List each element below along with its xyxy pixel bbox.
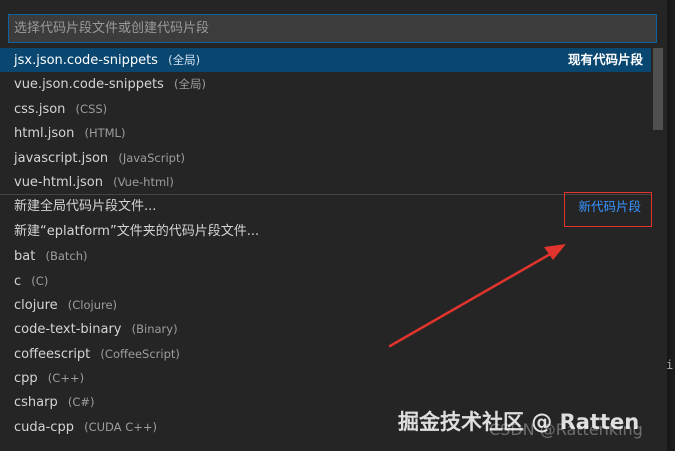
list-item-label: cpp (14, 371, 38, 387)
list-item-description: (JavaScript) (118, 150, 185, 165)
list-item-label: code-text-binary (14, 322, 122, 338)
editor-background-text: i (666, 358, 674, 372)
list-item-label: coffeescript (14, 346, 91, 362)
list-item-existing[interactable]: javascript.json (JavaScript) (0, 146, 651, 170)
list-item-new-global[interactable]: 新建全局代码片段文件... 新代码片段 (0, 195, 651, 219)
list-item-description: (Batch) (45, 249, 88, 264)
list-item-label: cuda-cpp (14, 419, 74, 435)
list-item-label: css.json (14, 101, 66, 117)
list-item-label: clojure (14, 297, 58, 313)
list-item-language[interactable]: code-text-binary (Binary) (0, 317, 651, 341)
list-item-description: (CSS) (75, 101, 108, 116)
list-item-label: bat (14, 249, 36, 265)
list-item-existing[interactable]: html.json (HTML) (0, 121, 651, 145)
list-item-label: html.json (14, 126, 75, 142)
list-item-description: (CoffeeScript) (100, 346, 180, 361)
list-item-description: (C#) (67, 395, 95, 410)
list-item-existing[interactable]: jsx.json.code-snippets (全局) 现有代码片段 (0, 48, 651, 73)
search-box (8, 14, 657, 43)
list-item-description: (Binary) (131, 322, 178, 337)
list-item-label: csharp (14, 395, 58, 411)
list-item-label: vue-html.json (14, 174, 103, 190)
list-item-description: (全局) (168, 53, 201, 67)
list-item-language[interactable]: coffeescript (CoffeeScript) (0, 342, 651, 366)
snippet-list: jsx.json.code-snippets (全局) 现有代码片段 vue.j… (0, 48, 651, 439)
list-item-label: 新建全局代码片段文件... (14, 199, 157, 215)
list-item-description: (C) (31, 273, 49, 288)
list-item-label: 新建“eplatform”文件夹的代码片段文件... (14, 223, 260, 239)
list-item-label: vue.json.code-snippets (14, 77, 164, 93)
list-item-label: c (14, 273, 22, 289)
list-item-description: (C++) (47, 371, 85, 386)
list-item-description: (Vue-html) (113, 174, 174, 189)
annotation-highlight-box (564, 192, 652, 227)
list-item-existing[interactable]: vue.json.code-snippets (全局) (0, 72, 651, 96)
watermark-juejin: 掘金技术社区 @ Ratten (398, 410, 640, 434)
list-item-description: (全局) (173, 77, 206, 92)
list-item-existing[interactable]: vue-html.json (Vue-html) (0, 170, 651, 194)
list-item-description: (HTML) (84, 126, 126, 141)
list-item-new-folder[interactable]: 新建“eplatform”文件夹的代码片段文件... (0, 220, 651, 244)
group-label-existing: 现有代码片段 (567, 52, 643, 67)
list-item-existing[interactable]: css.json (CSS) (0, 97, 651, 121)
list-item-language[interactable]: c (C) (0, 269, 651, 293)
list-item-description: (CUDA C++) (84, 419, 157, 434)
list-item-language[interactable]: bat (Batch) (0, 244, 651, 268)
list-item-description: (Clojure) (67, 297, 118, 312)
snippet-search-input[interactable] (8, 14, 657, 43)
editor-background (667, 0, 675, 451)
list-item-label: jsx.json.code-snippets (14, 53, 158, 68)
list-item-language[interactable]: cpp (C++) (0, 366, 651, 390)
scrollbar-thumb[interactable] (653, 48, 663, 130)
list-item-language[interactable]: clojure (Clojure) (0, 293, 651, 317)
list-item-label: javascript.json (14, 150, 109, 166)
